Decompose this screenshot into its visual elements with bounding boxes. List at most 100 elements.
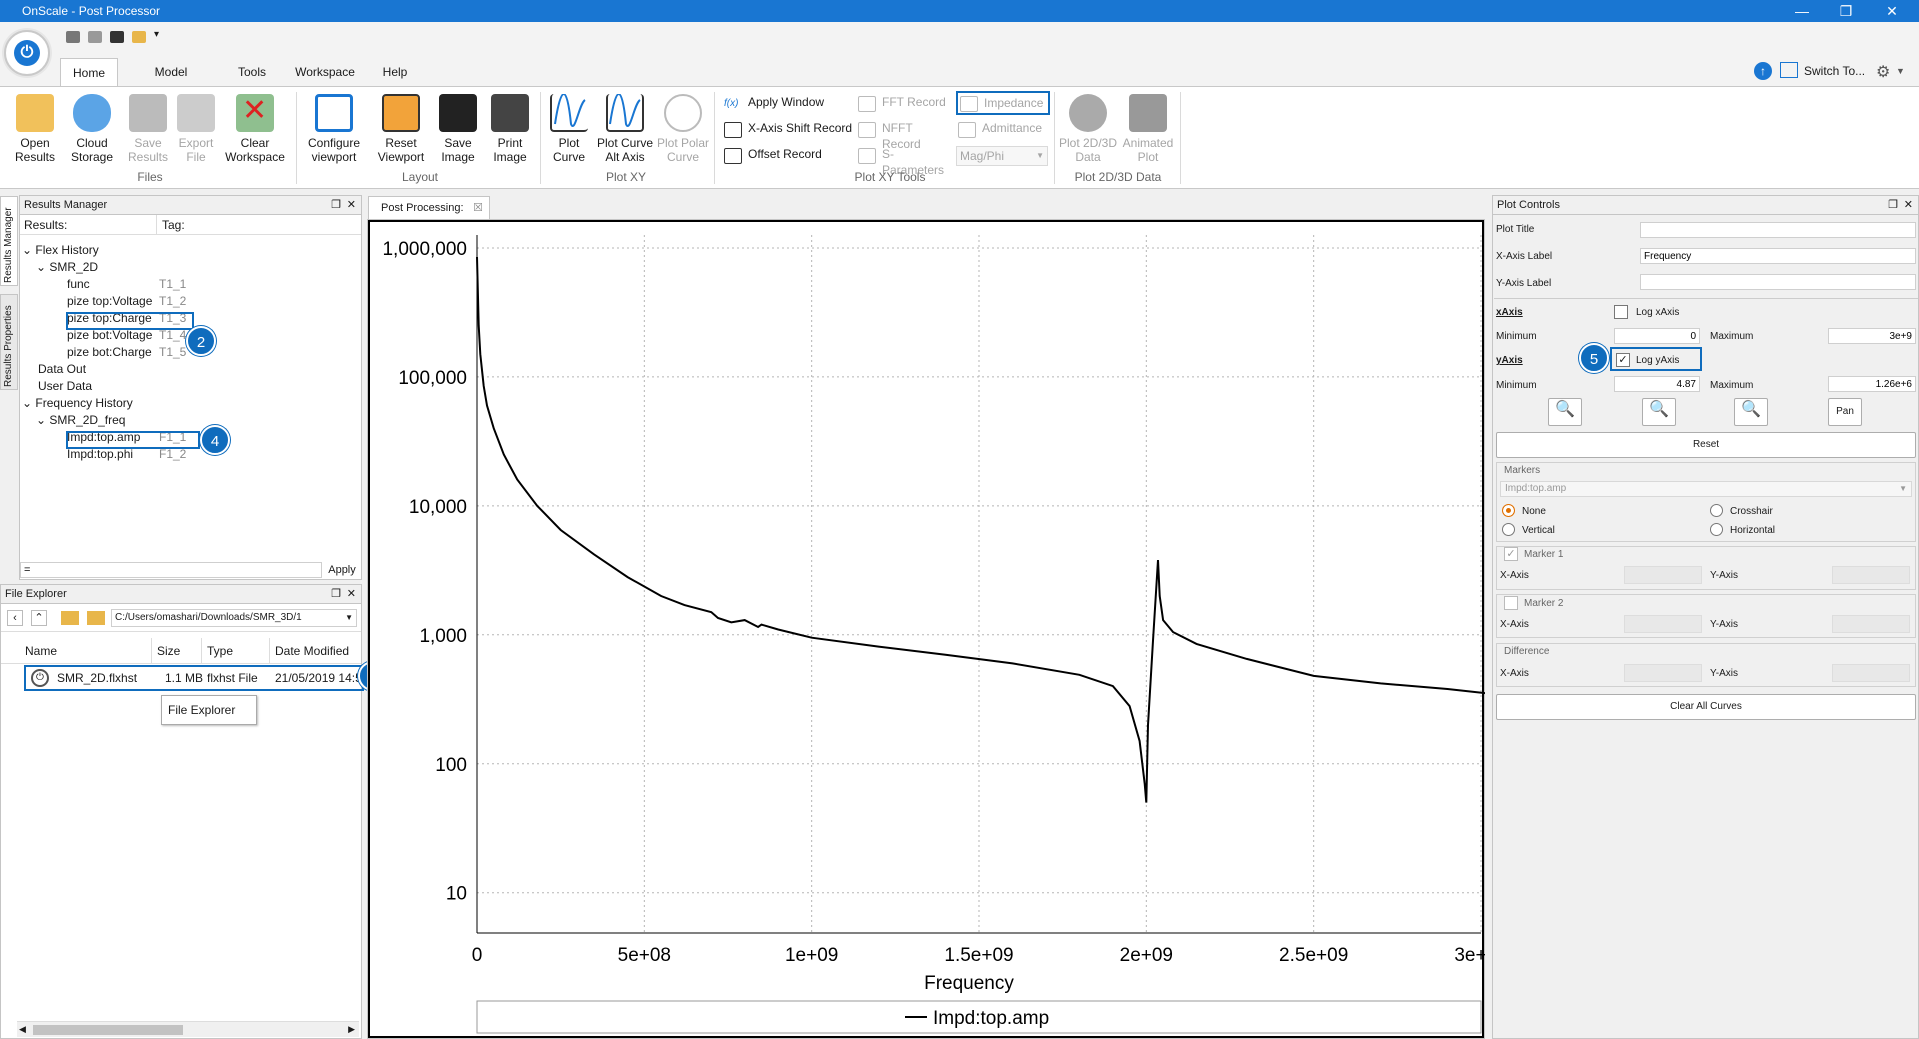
col-type[interactable]: Type (207, 638, 233, 664)
cloud-storage-button[interactable]: Cloud Storage (64, 94, 120, 164)
x-min-input[interactable] (1614, 328, 1700, 344)
mag-phi-select[interactable]: Mag/Phi ▼ (956, 146, 1048, 166)
tree-node-smr2d[interactable]: ⌄ SMR_2D (20, 259, 350, 276)
chevron-down-icon[interactable]: ▼ (1896, 66, 1905, 76)
s-parameters-button[interactable]: S-Parameters (856, 146, 956, 177)
pan-button[interactable]: Pan (1828, 398, 1862, 426)
side-tab-results-properties[interactable]: Results Properties (0, 294, 18, 390)
tab-home[interactable]: Home (60, 58, 118, 86)
tab-workspace[interactable]: Workspace (286, 58, 364, 86)
tab-model-graphics[interactable]: Model Graphics (124, 58, 218, 107)
upload-small-icon[interactable] (88, 31, 102, 43)
folder-icon[interactable] (87, 611, 105, 625)
back-icon[interactable]: ‹ (7, 610, 23, 626)
print-image-button[interactable]: Print Image (484, 94, 536, 164)
admittance-button[interactable]: Admittance (956, 120, 1050, 140)
folder-small-icon[interactable] (132, 31, 146, 43)
marker-vertical-radio[interactable] (1502, 523, 1515, 536)
close-icon[interactable]: ✕ (1872, 0, 1912, 22)
horizontal-scrollbar[interactable]: ◀ ▶ (17, 1021, 359, 1037)
tree-node-flex-history[interactable]: ⌄ Flex History (20, 242, 350, 259)
open-results-button[interactable]: Open Results (6, 94, 64, 164)
plot-title-input[interactable] (1640, 222, 1916, 238)
plot-2d3d-data-button[interactable]: Plot 2D/3D Data (1058, 94, 1118, 164)
scroll-thumb[interactable] (33, 1025, 183, 1035)
plot-curve-button[interactable]: Plot Curve (546, 93, 592, 164)
reset-viewport-button[interactable]: Reset Viewport (370, 94, 432, 164)
tree-node-frequency-history[interactable]: ⌄ Frequency History (20, 395, 350, 412)
new-folder-icon[interactable] (61, 611, 79, 625)
list-item[interactable]: pize top:Voltage T1_2 (20, 293, 350, 310)
clear-all-curves-button[interactable]: Clear All Curves (1496, 694, 1916, 720)
filter-input[interactable] (20, 562, 322, 578)
close-panel-icon[interactable]: ✕ (347, 585, 356, 604)
log-xaxis-checkbox[interactable] (1614, 305, 1628, 319)
close-panel-icon[interactable]: ✕ (347, 196, 356, 215)
clear-workspace-button[interactable]: ✕ Clear Workspace (222, 94, 288, 164)
col-name[interactable]: Name (25, 638, 57, 664)
animated-plot-button[interactable]: Animated Plot (1118, 94, 1178, 164)
tab-tools[interactable]: Tools (228, 58, 276, 86)
side-tab-results-manager[interactable]: Results Manager (0, 196, 18, 286)
col-size[interactable]: Size (157, 638, 180, 664)
path-select[interactable]: C:/Users/omashari/Downloads/SMR_3D/1 ▼ (111, 609, 357, 627)
x-max-input[interactable] (1828, 328, 1916, 344)
save-small-icon[interactable] (66, 31, 80, 43)
marker-crosshair-radio[interactable] (1710, 504, 1723, 517)
impedance-chart[interactable]: 10 100 1,000 10,000 100,000 1,000,000 0 5e+08 1… (367, 219, 1485, 1039)
list-item[interactable]: func T1_1 (20, 276, 350, 293)
up-icon[interactable]: ⌃ (31, 610, 47, 626)
zoom-y-button[interactable]: 🔍 (1734, 398, 1768, 426)
y-axis-label-input[interactable] (1640, 274, 1916, 290)
plot-curve-alt-axis-button[interactable]: Plot Curve Alt Axis (594, 93, 656, 164)
marker2-checkbox[interactable] (1504, 596, 1518, 610)
marker1-y-label: Y-Axis (1710, 570, 1738, 581)
gear-icon[interactable]: ⚙ (1876, 62, 1890, 82)
restore-icon[interactable]: ❐ (331, 585, 341, 604)
impedance-button[interactable]: Impedance (956, 91, 1050, 115)
tree-node-user-data[interactable]: User Data (20, 378, 350, 395)
zoom-x-button[interactable]: 🔍 (1642, 398, 1676, 426)
apply-button[interactable]: Apply (324, 562, 360, 578)
update-arrow-icon[interactable]: ↑ (1754, 62, 1772, 80)
marker-curve-select[interactable]: Impd:top.amp ▼ (1500, 481, 1912, 497)
x-axis-shift-record-button[interactable]: X-Axis Shift Record (722, 120, 862, 140)
tab-post-processing[interactable]: Post Processing: ☒ (368, 196, 490, 220)
close-panel-icon[interactable]: ✕ (1904, 196, 1913, 215)
x-axis-label-input[interactable] (1640, 248, 1916, 264)
qat-dropdown-icon[interactable]: ▾ (154, 29, 159, 40)
reset-button[interactable]: Reset (1496, 432, 1916, 458)
marker1-checkbox[interactable]: ✓ (1504, 547, 1518, 561)
scroll-left-icon[interactable]: ◀ (19, 1024, 26, 1035)
configure-viewport-button[interactable]: Configure viewport (302, 94, 366, 164)
save-results-button[interactable]: Save Results (120, 94, 176, 164)
fft-record-button[interactable]: FFT Record (856, 94, 956, 114)
app-menu-button[interactable]: ⏻ (4, 30, 50, 76)
tree-node-smr2d-freq[interactable]: ⌄ SMR_2D_freq (20, 412, 350, 429)
tab-help[interactable]: Help (372, 58, 418, 86)
tree-node-data-out[interactable]: Data Out (20, 361, 350, 378)
switch-to-menu[interactable]: Switch To... (1804, 64, 1865, 78)
list-item[interactable]: pize bot:Charge T1_5 (20, 344, 350, 361)
log-yaxis-checkbox[interactable]: ✓ (1616, 353, 1630, 367)
scroll-right-icon[interactable]: ▶ (348, 1024, 355, 1035)
minimize-icon[interactable]: — (1782, 0, 1822, 22)
y-max-input[interactable] (1828, 376, 1916, 392)
markers-group (1496, 462, 1916, 542)
close-tab-icon[interactable]: ☒ (473, 197, 483, 219)
y-min-input[interactable] (1614, 376, 1700, 392)
plot-polar-curve-button[interactable]: Plot Polar Curve (656, 94, 710, 164)
nfft-record-button[interactable]: NFFT Record (856, 120, 942, 151)
maximize-icon[interactable]: ❐ (1826, 0, 1866, 22)
marker-horizontal-radio[interactable] (1710, 523, 1723, 536)
marker-none-radio[interactable] (1502, 504, 1515, 517)
zoom-in-button[interactable]: 🔍 (1548, 398, 1582, 426)
col-date[interactable]: Date Modified (275, 638, 349, 664)
apply-window-button[interactable]: f(x) Apply Window (722, 94, 872, 114)
export-file-button[interactable]: Export File (172, 94, 220, 164)
save-image-button[interactable]: Save Image (434, 94, 482, 164)
restore-icon[interactable]: ❐ (331, 196, 341, 215)
restore-icon[interactable]: ❐ (1888, 196, 1898, 215)
print-small-icon[interactable] (110, 31, 124, 43)
offset-record-button[interactable]: Offset Record (722, 146, 862, 166)
